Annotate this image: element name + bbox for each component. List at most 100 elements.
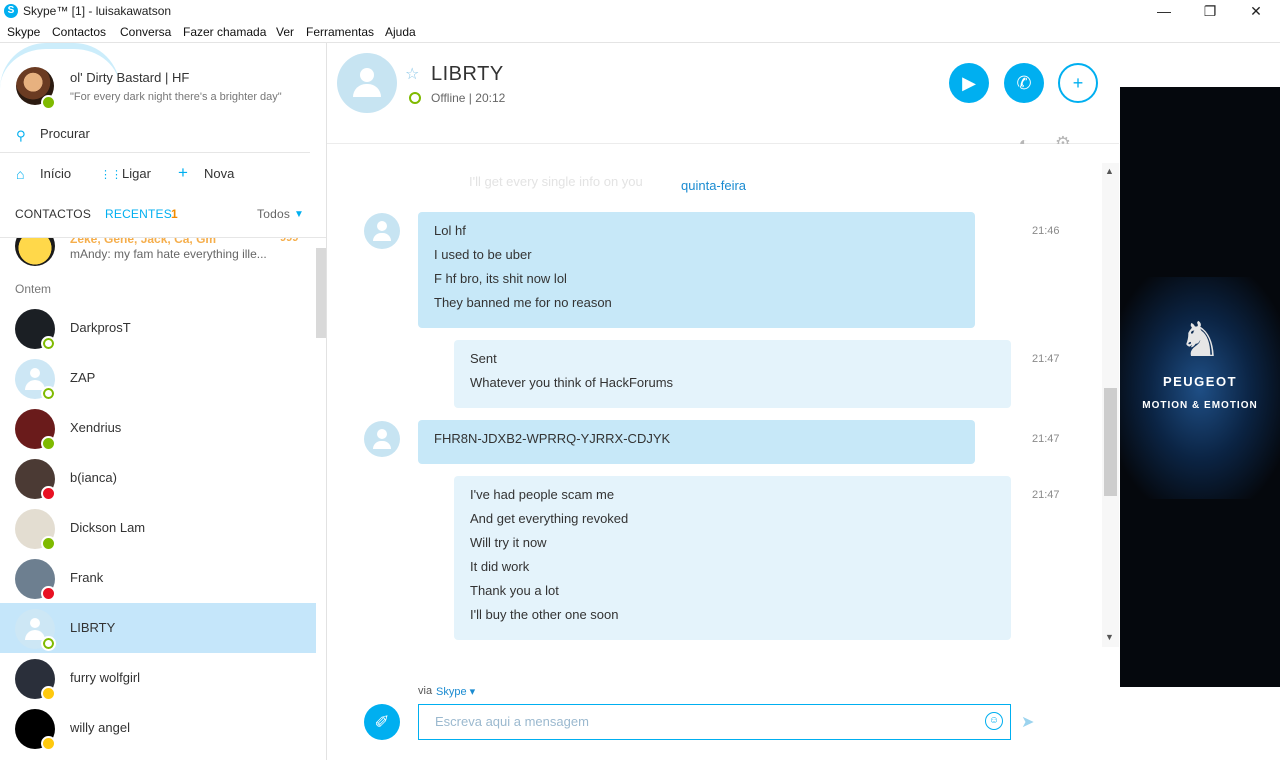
filter-dropdown[interactable]: Todos — [257, 207, 290, 221]
recent-group-preview[interactable]: mAndy: my fam hate everything ille... — [70, 247, 267, 261]
contact-row-dickson-lam[interactable]: Dickson Lam — [0, 503, 316, 553]
menu-ajuda[interactable]: Ajuda — [385, 25, 416, 39]
presence-offline-icon — [41, 636, 56, 651]
presence-dnd-icon — [41, 586, 56, 601]
message-text: I'll buy the other one soon — [470, 607, 619, 622]
search-icon: ⚲ — [16, 128, 26, 143]
recent-group-count: 999 — [280, 238, 299, 244]
nav-ligar[interactable]: Ligar — [122, 166, 151, 181]
contact-list-scrollbar[interactable] — [316, 248, 326, 338]
contact-name: ZAP — [70, 370, 96, 385]
chat-scrollbar[interactable]: ▲ ▼ — [1102, 163, 1119, 647]
message-text: F hf bro, its shit now lol — [434, 271, 567, 286]
message-text: Lol hf — [434, 223, 466, 238]
message-text: They banned me for no reason — [434, 295, 612, 310]
message-text: And get everything revoked — [470, 511, 629, 526]
plus-icon: + — [178, 163, 188, 182]
scroll-thumb[interactable] — [1104, 388, 1117, 496]
outgoing-message[interactable]: Sent Whatever you think of HackForums — [454, 340, 1011, 408]
via-skype-dropdown[interactable]: Skype ▾ — [436, 685, 475, 698]
menu-skype[interactable]: Skype — [7, 25, 40, 39]
video-call-button[interactable]: ▶ — [949, 63, 989, 103]
contact-name: Frank — [70, 570, 104, 585]
offline-status-icon — [409, 92, 421, 104]
contact-name: DarkprosT — [70, 320, 131, 335]
contact-list: Zeke, Gene, Jack, Ca, Gm 999 mAndy: my f… — [0, 238, 326, 760]
contact-name: Dickson Lam — [70, 520, 146, 535]
group-avatar — [15, 238, 55, 266]
message-text: It did work — [470, 559, 530, 574]
contact-name: b(ianca) — [70, 470, 117, 485]
message-sender-avatar[interactable] — [364, 421, 400, 457]
maximize-button[interactable]: ❐ — [1187, 0, 1233, 23]
tab-recentes[interactable]: RECENTES — [105, 207, 172, 221]
contact-row-xendrius[interactable]: Xendrius — [0, 403, 316, 453]
message-text: Will try it now — [470, 535, 547, 550]
add-contact-button[interactable]: + — [1058, 63, 1098, 103]
presence-offline-icon — [41, 386, 56, 401]
contact-row-b-ianca[interactable]: b(ianca) — [0, 453, 316, 503]
menu-fazer-chamada[interactable]: Fazer chamada — [183, 25, 266, 39]
presence-dnd-icon — [41, 486, 56, 501]
recent-group-name[interactable]: Zeke, Gene, Jack, Ca, Gm — [70, 238, 216, 246]
message-timestamp: 21:47 — [1032, 489, 1060, 501]
contact-row-frank[interactable]: Frank — [0, 553, 316, 603]
send-icon[interactable]: ➤ — [1021, 712, 1034, 732]
close-button[interactable]: ✕ — [1233, 0, 1279, 23]
lion-logo-icon: ♞ — [1178, 314, 1222, 367]
tab-contactos[interactable]: CONTACTOS — [15, 207, 91, 221]
voice-call-button[interactable]: ✆ — [1004, 63, 1044, 103]
menu-contactos[interactable]: Contactos — [52, 25, 106, 39]
star-icon[interactable]: ☆ — [405, 64, 419, 84]
nav-inicio[interactable]: Início — [40, 166, 71, 181]
presence-away-icon — [41, 686, 56, 701]
contact-row-willy-angel[interactable]: willy angel — [0, 703, 316, 753]
incoming-message[interactable]: FHR8N-JDXB2-WPRRQ-YJRRX-CDJYK — [418, 420, 975, 464]
message-text: FHR8N-JDXB2-WPRRQ-YJRRX-CDJYK — [434, 431, 671, 446]
minimize-button[interactable]: — — [1141, 0, 1187, 23]
message-input[interactable] — [433, 713, 967, 730]
contact-name: Xendrius — [70, 420, 122, 435]
message-sender-avatar[interactable] — [364, 213, 400, 249]
chat-header: ☆ LIBRTY Offline | 20:12 ▶ ✆ + ◐ ⚙ — [327, 43, 1119, 153]
nav-nova[interactable]: Nova — [204, 166, 234, 181]
contact-name: willy angel — [70, 720, 130, 735]
contact-row-zap[interactable]: ZAP — [0, 353, 316, 403]
search-input[interactable]: Procurar — [40, 126, 90, 141]
chat-contact-status: Offline | 20:12 — [431, 91, 506, 105]
chat-contact-avatar[interactable] — [337, 53, 397, 113]
contact-row-darkprost[interactable]: DarkprosT — [0, 303, 316, 353]
menu-conversa[interactable]: Conversa — [120, 25, 171, 39]
ad-brand: PEUGEOT — [1162, 374, 1238, 389]
scroll-up-icon[interactable]: ▲ — [1105, 166, 1114, 176]
title-bar: S Skype™ [1] - luisakawatson — ❐ ✕ — [0, 0, 1280, 23]
presence-online-icon — [41, 436, 56, 451]
scroll-down-icon[interactable]: ▼ — [1105, 632, 1114, 642]
window-title: Skype™ [1] - luisakawatson — [23, 4, 172, 18]
message-text: Sent — [470, 351, 497, 366]
skype-logo-icon: S — [4, 4, 18, 18]
profile-mood[interactable]: "For every dark night there's a brighter… — [70, 91, 282, 103]
outgoing-message[interactable]: I've had people scam me And get everythin… — [454, 476, 1011, 640]
message-timestamp: 21:46 — [1032, 225, 1060, 237]
menu-ver[interactable]: Ver — [276, 25, 294, 39]
menu-ferramentas[interactable]: Ferramentas — [306, 25, 374, 39]
chat-contact-name[interactable]: LIBRTY — [431, 63, 504, 86]
emoji-icon[interactable]: ☺ — [985, 712, 1003, 730]
sidebar: ol' Dirty Bastard | HF "For every dark n… — [0, 43, 327, 760]
contact-row-librty[interactable]: LIBRTY — [0, 603, 316, 653]
attach-button[interactable]: ✐ — [364, 704, 400, 740]
ad-tagline: MOTION & EMOTION — [1142, 400, 1258, 411]
incoming-message[interactable]: Lol hf I used to be uber F hf bro, its shi… — [418, 212, 975, 328]
message-text: I used to be uber — [434, 247, 532, 262]
divider — [0, 152, 310, 153]
advertisement[interactable]: ♞ PEUGEOT MOTION & EMOTION — [1120, 87, 1280, 687]
chevron-down-icon: ▼ — [294, 209, 305, 220]
message-timestamp: 21:47 — [1032, 433, 1060, 445]
message-composer[interactable]: ☺ — [418, 704, 1011, 740]
contact-row-furry-wolfgirl[interactable]: furry wolfgirl — [0, 653, 316, 703]
profile-presence-icon — [41, 95, 56, 110]
presence-online-icon — [41, 536, 56, 551]
menu-bar: Skype Contactos Conversa Fazer chamada V… — [0, 23, 1280, 43]
profile-name[interactable]: ol' Dirty Bastard | HF — [70, 70, 189, 85]
